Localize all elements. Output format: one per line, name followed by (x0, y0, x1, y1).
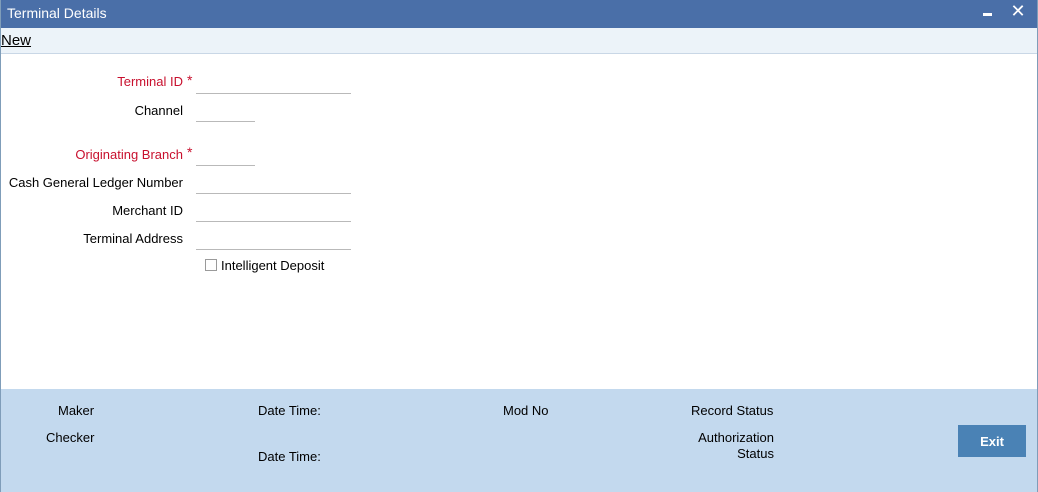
authorization-status-label-line2: Status (737, 446, 774, 461)
terminal-id-input[interactable] (196, 72, 351, 94)
merchant-id-input[interactable] (196, 200, 351, 222)
terminal-address-input[interactable] (196, 228, 351, 250)
channel-input[interactable] (196, 100, 255, 122)
window-title: Terminal Details (7, 5, 107, 21)
record-status-label: Record Status (691, 403, 774, 418)
exit-button[interactable]: Exit (958, 425, 1026, 457)
mod-no-label: Mod No (503, 403, 549, 418)
title-bar: Terminal Details ✕ (1, 0, 1037, 28)
maker-label: Maker (58, 403, 95, 418)
maker-date-time-label: Date Time: (258, 403, 321, 418)
cash-gl-number-label: Cash General Ledger Number (8, 175, 183, 190)
originating-branch-input[interactable] (196, 144, 255, 166)
channel-label: Channel (134, 103, 183, 118)
terminal-address-label: Terminal Address (83, 231, 183, 246)
originating-branch-required-marker: * (187, 144, 193, 160)
terminal-id-required-marker: * (187, 72, 193, 88)
intelligent-deposit-checkbox[interactable] (205, 259, 217, 271)
merchant-id-label: Merchant ID (112, 203, 183, 218)
originating-branch-label: Originating Branch (75, 147, 183, 162)
close-icon[interactable]: ✕ (1008, 0, 1028, 28)
terminal-details-window: Terminal Details ✕ New Terminal ID * Cha… (0, 0, 1038, 492)
audit-footer: Maker Checker Date Time: Date Time: Mod … (1, 389, 1037, 492)
authorization-status-label-line1: Authorization (698, 430, 774, 445)
checker-date-time-label: Date Time: (258, 449, 321, 464)
cash-gl-number-input[interactable] (196, 172, 351, 194)
new-menu-item[interactable]: New (1, 32, 31, 49)
terminal-id-label: Terminal ID (117, 74, 183, 89)
minimize-icon[interactable] (977, 0, 997, 28)
checker-label: Checker (46, 430, 95, 445)
intelligent-deposit-label: Intelligent Deposit (221, 258, 325, 273)
menu-bar: New (1, 28, 1037, 54)
